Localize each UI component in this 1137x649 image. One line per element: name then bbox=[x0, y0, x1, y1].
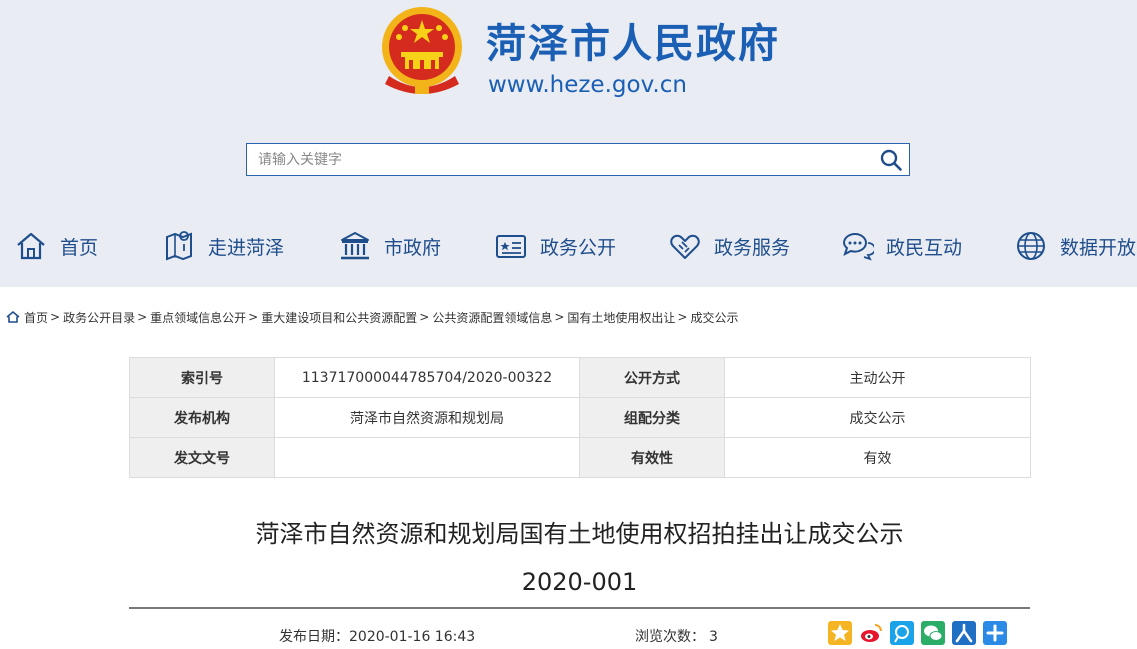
view-count: 浏览次数： 3 bbox=[635, 626, 718, 646]
home-icon bbox=[17, 232, 45, 260]
breadcrumb-item-transaction-notice[interactable]: 成交公示 bbox=[690, 309, 738, 326]
disclosure-method-value: 主动公开 bbox=[724, 357, 1031, 398]
nav-label: 政务公开 bbox=[540, 236, 617, 259]
nav-label: 市政府 bbox=[384, 236, 442, 259]
table-row: 发布机构 菏泽市自然资源和规划局 组配分类 成交公示 bbox=[129, 397, 1031, 438]
publisher-value: 菏泽市自然资源和规划局 bbox=[274, 397, 580, 438]
nav-item-open-data[interactable]: 数据开放 bbox=[1014, 226, 1136, 266]
map-icon bbox=[166, 231, 192, 261]
chat-icon bbox=[842, 233, 874, 261]
breadcrumb: 首页 > 政务公开目录 > 重点领域信息公开 > 重大建设项目和公共资源配置 >… bbox=[6, 307, 738, 327]
publish-date-label: 发布日期： bbox=[279, 629, 349, 645]
publisher-label: 发布机构 bbox=[129, 397, 275, 438]
more-share-icon[interactable] bbox=[983, 621, 1007, 645]
breadcrumb-item-key-areas[interactable]: 重点领域信息公开 bbox=[150, 309, 246, 326]
title-divider bbox=[129, 607, 1030, 609]
breadcrumb-separator: > bbox=[248, 310, 259, 324]
handshake-icon bbox=[670, 234, 700, 259]
breadcrumb-item-public-resources[interactable]: 公共资源配置领域信息 bbox=[432, 309, 552, 326]
tencent-weibo-icon[interactable] bbox=[890, 621, 914, 645]
breadcrumb-separator: > bbox=[50, 310, 61, 324]
search-box bbox=[246, 143, 910, 176]
publish-date: 发布日期：2020-01-16 16:43 bbox=[279, 626, 475, 646]
nav-item-government-affairs-open[interactable]: 政务公开 bbox=[494, 226, 616, 266]
nav-item-city-government[interactable]: 市政府 bbox=[338, 226, 441, 266]
breadcrumb-item-home[interactable]: 首页 bbox=[24, 309, 48, 326]
nav-item-about-heze[interactable]: 走进菏泽 bbox=[162, 226, 284, 266]
weibo-icon[interactable] bbox=[859, 621, 883, 645]
document-info-table: 索引号 11371700004478570​4/2020-00322 公开方式 … bbox=[129, 357, 1031, 478]
document-number-label: 发文文号 bbox=[129, 437, 275, 478]
index-number-value: 11371700004478570​4/2020-00322 bbox=[274, 357, 580, 398]
nav-item-government-services[interactable]: 政务服务 bbox=[668, 226, 790, 266]
breadcrumb-separator: > bbox=[677, 310, 688, 324]
document-number-value bbox=[274, 437, 580, 478]
breadcrumb-item-land-transfer[interactable]: 国有土地使用权出让 bbox=[567, 309, 675, 326]
article-number: 2020-001 bbox=[521, 568, 638, 596]
nav-label: 政务服务 bbox=[714, 236, 791, 259]
disclosure-method-label: 公开方式 bbox=[579, 357, 725, 398]
public-info-icon bbox=[496, 235, 526, 258]
breadcrumb-item-catalog[interactable]: 政务公开目录 bbox=[63, 309, 135, 326]
view-count-label: 浏览次数： bbox=[635, 629, 705, 645]
validity-label: 有效性 bbox=[579, 437, 725, 478]
search-icon[interactable] bbox=[879, 148, 903, 172]
home-small-icon bbox=[6, 310, 20, 323]
site-url[interactable]: www.heze.gov.cn bbox=[488, 69, 687, 101]
renren-icon[interactable] bbox=[952, 621, 976, 645]
breadcrumb-separator: > bbox=[137, 310, 148, 324]
nav-label: 走进菏泽 bbox=[208, 236, 285, 259]
category-label: 组配分类 bbox=[579, 397, 725, 438]
view-count-value: 3 bbox=[709, 629, 718, 645]
nav-item-citizen-interaction[interactable]: 政民互动 bbox=[840, 226, 962, 266]
qzone-icon[interactable] bbox=[828, 621, 852, 645]
nav-label: 数据开放 bbox=[1060, 236, 1137, 259]
validity-value: 有效 bbox=[724, 437, 1031, 478]
nav-item-home[interactable]: 首页 bbox=[14, 226, 98, 266]
category-value: 成交公示 bbox=[724, 397, 1031, 438]
table-row: 索引号 11371700004478570​4/2020-00322 公开方式 … bbox=[129, 357, 1031, 398]
breadcrumb-separator: > bbox=[419, 310, 430, 324]
government-building-icon bbox=[341, 232, 369, 260]
index-number-label: 索引号 bbox=[129, 357, 275, 398]
publish-date-value: 2020-01-16 16:43 bbox=[349, 629, 476, 645]
nav-label: 首页 bbox=[60, 236, 99, 259]
site-title: 菏泽市人民政府 bbox=[486, 21, 780, 67]
breadcrumb-separator: > bbox=[554, 310, 565, 324]
site-header: 菏泽市人民政府 www.heze.gov.cn 首页 走进菏泽 bbox=[0, 0, 1137, 287]
nav-label: 政民互动 bbox=[886, 236, 963, 259]
wechat-icon[interactable] bbox=[921, 621, 945, 645]
article-title: 菏泽市自然资源和规划局国有土地使用权招拍挂出让成交公示 bbox=[255, 520, 904, 548]
search-input[interactable] bbox=[247, 144, 867, 175]
globe-icon bbox=[1017, 232, 1045, 260]
table-row: 发文文号 有效性 有效 bbox=[129, 437, 1031, 478]
national-emblem-icon bbox=[382, 7, 462, 94]
breadcrumb-item-major-projects[interactable]: 重大建设项目和公共资源配置 bbox=[261, 309, 417, 326]
